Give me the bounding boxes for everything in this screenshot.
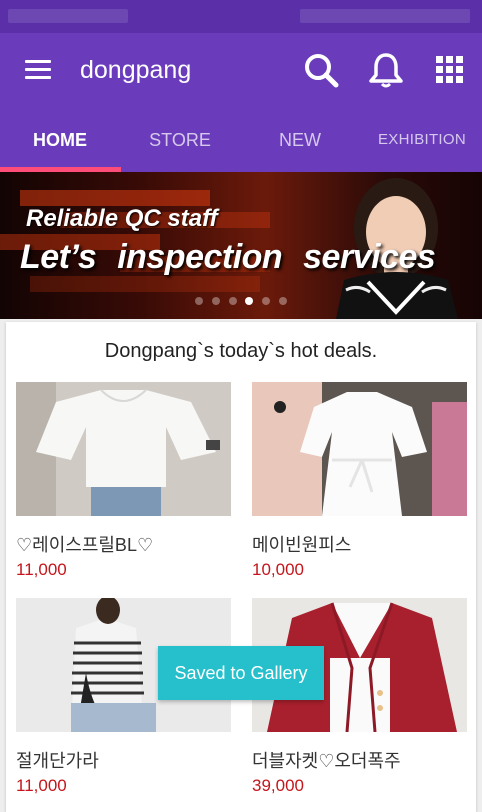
product-image <box>252 382 467 516</box>
status-bar-icons-left <box>8 9 128 23</box>
hot-deals-section: Dongpang`s today`s hot deals. ♡레이스프릴BL♡ … <box>6 322 476 812</box>
tab-home[interactable]: HOME <box>0 108 120 172</box>
product-image <box>16 382 231 516</box>
product-name: ♡레이스프릴BL♡ <box>16 535 154 555</box>
app-title: dongpang <box>80 56 192 84</box>
status-bar <box>0 0 482 33</box>
tab-exhibition[interactable]: EXHIBITION <box>362 108 482 172</box>
product-price: 11,000 <box>16 560 67 579</box>
menu-icon[interactable] <box>25 60 51 80</box>
carousel-dot[interactable] <box>212 297 220 305</box>
search-icon[interactable] <box>301 50 341 90</box>
product-price: 10,000 <box>252 560 304 579</box>
carousel-dot[interactable] <box>229 297 237 305</box>
product-name: 더블자켓♡오더폭주 <box>252 751 401 771</box>
product-price: 39,000 <box>252 776 304 795</box>
product-price: 11,000 <box>16 776 67 795</box>
banner-headline: Reliable QC staff <box>26 205 218 232</box>
toast-message: Saved to Gallery <box>158 646 324 700</box>
status-bar-icons-right <box>300 9 470 23</box>
section-title: Dongpang`s today`s hot deals. <box>104 340 378 362</box>
banner-subheadline: Let’s inspection services <box>20 238 436 276</box>
carousel-dot[interactable] <box>262 297 270 305</box>
product-name: 메이빈원피스 <box>252 535 352 555</box>
tab-new[interactable]: NEW <box>240 108 360 172</box>
apps-grid-icon[interactable] <box>430 50 470 90</box>
tab-store[interactable]: STORE <box>120 108 240 172</box>
carousel-dot-active[interactable] <box>245 297 253 305</box>
promo-banner[interactable]: Reliable QC staff Let’s inspection servi… <box>0 172 482 319</box>
bell-icon[interactable] <box>366 50 406 90</box>
carousel-dot[interactable] <box>279 297 287 305</box>
product-name: 절개단가라 <box>16 751 99 771</box>
carousel-dot[interactable] <box>195 297 203 305</box>
app-bar: dongpang <box>0 33 482 108</box>
tab-bar: HOME STORE NEW EXHIBITION <box>0 108 482 172</box>
